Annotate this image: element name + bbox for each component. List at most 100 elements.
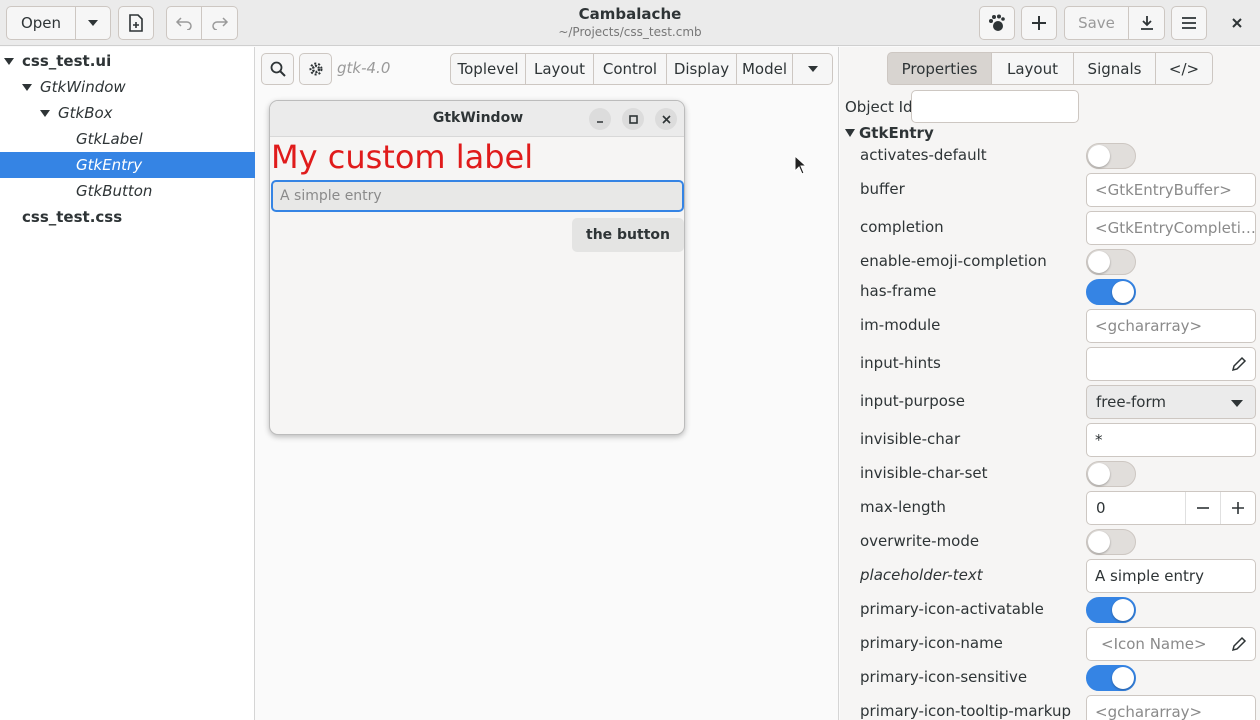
redo-button[interactable]: [202, 6, 238, 40]
tree-item[interactable]: css_test.ui: [0, 48, 255, 74]
tab-signals[interactable]: Signals: [1074, 52, 1156, 85]
preview-window[interactable]: GtkWindow My custom label the button: [269, 100, 685, 435]
property-spinbutton[interactable]: 0: [1086, 491, 1256, 525]
category-more-button[interactable]: [793, 53, 833, 85]
property-name: invisible-char-set: [860, 464, 988, 482]
preview-titlebar[interactable]: GtkWindow: [270, 101, 684, 137]
property-name: activates-default: [860, 146, 987, 164]
property-switch[interactable]: [1086, 529, 1136, 555]
property-value: <gchararray>: [1095, 703, 1203, 720]
add-button[interactable]: [1021, 6, 1057, 40]
property-dropdown[interactable]: free-form: [1086, 385, 1256, 419]
search-button[interactable]: [261, 53, 294, 85]
object-id-field[interactable]: [911, 90, 1079, 123]
increment-button[interactable]: [1220, 492, 1255, 524]
object-id-label: Object Id: [845, 98, 913, 116]
property-name: max-length: [860, 498, 946, 516]
maximize-button[interactable]: [622, 108, 644, 130]
tree-item[interactable]: GtkLabel: [0, 126, 255, 152]
preview-entry[interactable]: [271, 180, 684, 212]
expander-arrow-icon[interactable]: [22, 82, 32, 92]
chevron-down-icon: [88, 20, 98, 26]
main-menu-button[interactable]: [1171, 6, 1207, 40]
tree-item-label: GtkWindow: [40, 78, 126, 96]
save-button[interactable]: Save: [1064, 6, 1129, 40]
tab-properties[interactable]: Properties: [887, 52, 992, 85]
property-switch[interactable]: [1086, 279, 1136, 305]
tree-item-label: GtkLabel: [76, 130, 143, 148]
section-header[interactable]: GtkEntry: [845, 124, 934, 142]
tab-source[interactable]: </>: [1156, 52, 1213, 85]
property-field[interactable]: *: [1086, 423, 1256, 457]
property-switch[interactable]: [1086, 597, 1136, 623]
tab-layout[interactable]: Layout: [992, 52, 1074, 85]
property-name: input-purpose: [860, 392, 965, 410]
minimize-icon: [597, 121, 603, 123]
category-model-button[interactable]: Model: [737, 53, 793, 85]
pencil-icon[interactable]: [1231, 636, 1247, 652]
pencil-icon[interactable]: [1231, 356, 1247, 372]
property-field[interactable]: <gchararray>: [1086, 695, 1256, 720]
gtk-version-label: gtk-4.0: [337, 59, 391, 77]
object-tree: css_test.ui GtkWindow GtkBox GtkLabel GtkEnt…: [0, 47, 255, 720]
decrement-button[interactable]: [1185, 492, 1220, 524]
new-document-button[interactable]: [118, 6, 154, 40]
category-toplevel-button[interactable]: Toplevel: [450, 53, 526, 85]
preview-label[interactable]: My custom label: [271, 138, 533, 176]
property-switch[interactable]: [1086, 665, 1136, 691]
expander-arrow-icon[interactable]: [4, 56, 14, 66]
switch-knob: [1112, 667, 1134, 689]
tree-item[interactable]: GtkEntry: [0, 152, 255, 178]
property-name: has-frame: [860, 282, 937, 300]
maximize-icon: [628, 114, 638, 124]
switch-knob: [1088, 531, 1110, 553]
gear-icon: [309, 62, 322, 76]
category-layout-button[interactable]: Layout: [526, 53, 594, 85]
property-field[interactable]: A simple entry: [1086, 559, 1256, 593]
property-value: *: [1095, 431, 1103, 449]
property-field[interactable]: <GtkEntryBuffer>: [1086, 173, 1256, 207]
settings-button[interactable]: [299, 53, 332, 85]
open-button[interactable]: Open: [6, 6, 76, 40]
minimize-button[interactable]: [589, 108, 611, 130]
property-field[interactable]: <gchararray>: [1086, 309, 1256, 343]
tree-item[interactable]: GtkWindow: [0, 74, 255, 100]
inspector-button[interactable]: [979, 6, 1015, 40]
property-name: primary-icon-sensitive: [860, 668, 1028, 686]
property-value: A simple entry: [1095, 567, 1204, 585]
property-name: primary-icon-tooltip-markup: [860, 702, 1071, 720]
preview-close-button[interactable]: [655, 108, 677, 130]
property-name: input-hints: [860, 354, 941, 372]
property-field[interactable]: <Icon Name>: [1086, 627, 1256, 661]
property-switch[interactable]: [1086, 143, 1136, 169]
save-as-button[interactable]: [1129, 6, 1165, 40]
preview-entry-input[interactable]: [280, 188, 682, 204]
spin-value[interactable]: 0: [1096, 499, 1106, 517]
preview-button[interactable]: the button: [572, 218, 684, 252]
property-switch[interactable]: [1086, 461, 1136, 487]
property-name: im-module: [860, 316, 941, 334]
property-name: enable-emoji-completion: [860, 252, 1047, 270]
undo-button[interactable]: [166, 6, 202, 40]
section-title: GtkEntry: [859, 124, 934, 142]
header-bar: Open Cambalache ~/Projects/css_test.cmb …: [0, 0, 1260, 46]
property-field[interactable]: [1086, 347, 1256, 381]
plus-icon: [1032, 16, 1046, 30]
document-new-icon: [129, 14, 143, 32]
open-menu-button[interactable]: [76, 6, 111, 40]
property-name: overwrite-mode: [860, 532, 980, 550]
property-switch[interactable]: [1086, 249, 1136, 275]
tree-item[interactable]: GtkBox: [0, 100, 255, 126]
property-field[interactable]: <GtkEntryCompleti…: [1086, 211, 1256, 245]
expander-arrow-icon[interactable]: [40, 108, 50, 118]
tree-item-label: css_test.css: [22, 208, 123, 226]
tree-item[interactable]: css_test.css: [0, 204, 255, 230]
tree-item[interactable]: GtkButton: [0, 178, 255, 204]
gnome-foot-icon: [989, 14, 1005, 31]
close-window-button[interactable]: [1226, 12, 1248, 34]
hamburger-menu-icon: [1182, 17, 1196, 29]
category-control-button[interactable]: Control: [594, 53, 667, 85]
property-name: completion: [860, 218, 944, 236]
close-icon: [1232, 18, 1242, 28]
category-display-button[interactable]: Display: [667, 53, 737, 85]
